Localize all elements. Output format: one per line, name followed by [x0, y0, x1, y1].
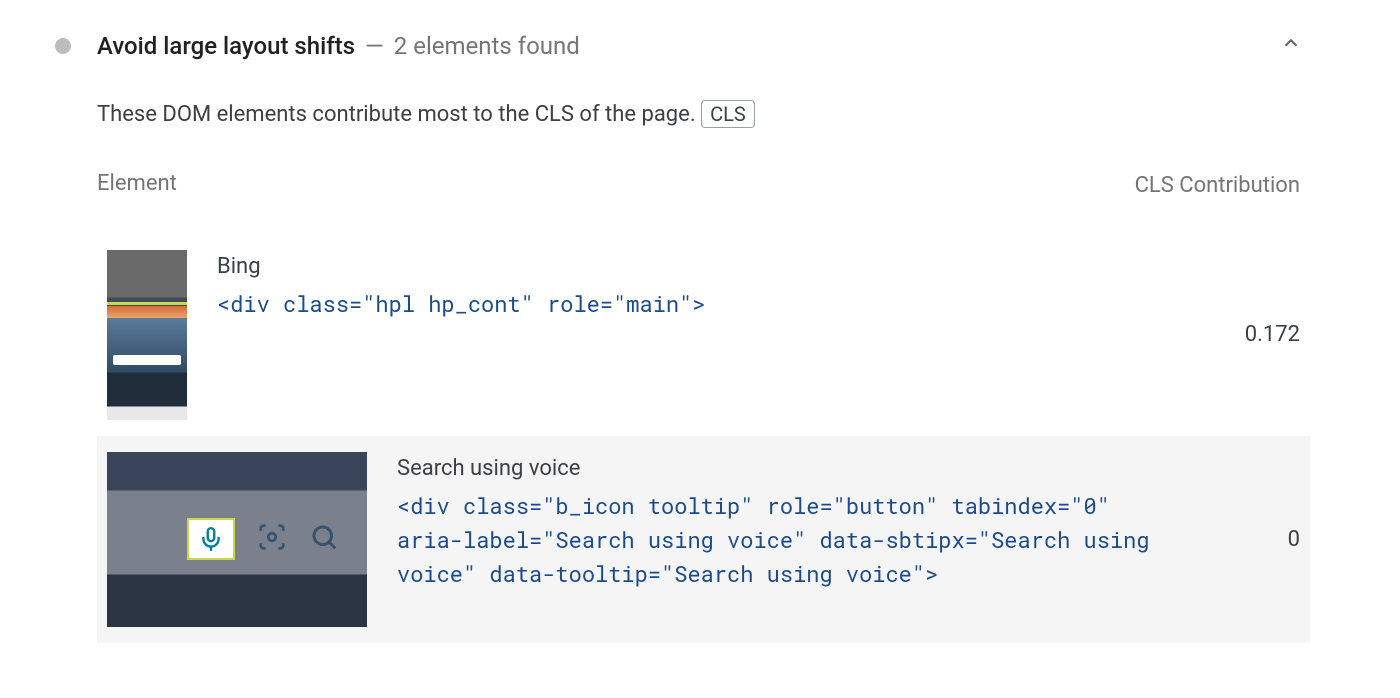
audit-section: Avoid large layout shifts — 2 elements f… [0, 0, 1400, 643]
cls-value: 0 [1180, 527, 1300, 552]
audit-subtitle: 2 elements found [394, 32, 580, 60]
element-code: <div class="b_icon tooltip" role="button… [397, 489, 1150, 591]
audit-title-wrap: Avoid large layout shifts — 2 elements f… [89, 32, 1254, 60]
table-row[interactable]: Bing <div class="hpl hp_cont" role="main… [97, 234, 1310, 436]
element-label: Bing [217, 254, 1150, 279]
lens-icon [257, 522, 287, 556]
column-element: Element [97, 171, 1130, 196]
cls-table: Element CLS Contribution Bing <div class… [55, 171, 1310, 643]
audit-description-text: These DOM elements contribute most to th… [97, 102, 696, 127]
table-row[interactable]: Search using voice <div class="b_icon to… [97, 436, 1310, 643]
element-thumbnail [107, 250, 187, 420]
element-label: Search using voice [397, 456, 1150, 481]
table-header: Element CLS Contribution [97, 171, 1310, 234]
status-dot-icon [55, 38, 71, 54]
search-icon [309, 522, 339, 556]
chevron-up-icon[interactable] [1272, 28, 1310, 64]
row-content: Search using voice <div class="b_icon to… [397, 452, 1150, 591]
element-thumbnail [107, 452, 367, 627]
cls-value: 0.172 [1180, 322, 1300, 347]
column-cls: CLS Contribution [1130, 171, 1300, 202]
microphone-icon [187, 518, 235, 560]
audit-description: These DOM elements contribute most to th… [55, 88, 1310, 171]
audit-header[interactable]: Avoid large layout shifts — 2 elements f… [55, 20, 1310, 88]
cls-chip[interactable]: CLS [701, 100, 755, 128]
element-code: <div class="hpl hp_cont" role="main"> [217, 287, 1150, 321]
audit-title: Avoid large layout shifts [97, 32, 355, 60]
row-content: Bing <div class="hpl hp_cont" role="main… [217, 250, 1150, 321]
audit-separator: — [359, 32, 390, 60]
